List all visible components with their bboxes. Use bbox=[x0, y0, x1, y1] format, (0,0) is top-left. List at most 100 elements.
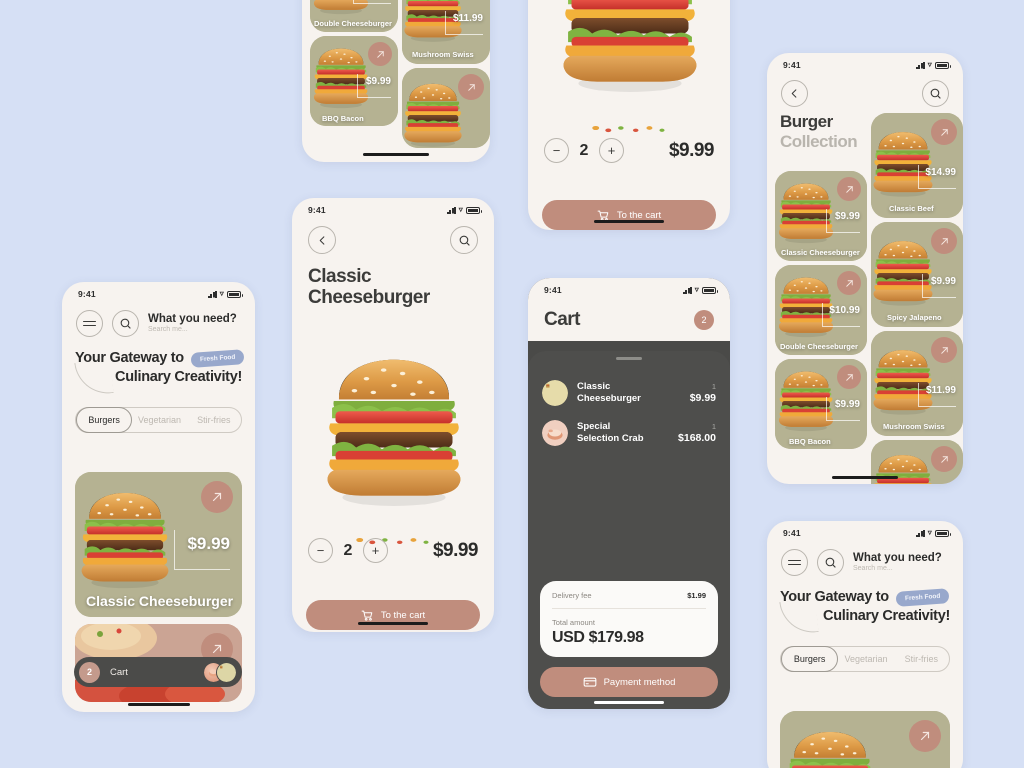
cart-sheet: Classic Cheeseburger 1 $9.99 Special Sel… bbox=[528, 351, 730, 709]
featured-food-card[interactable] bbox=[780, 711, 950, 768]
search-button[interactable] bbox=[817, 549, 844, 576]
wifi-icon: ▿ bbox=[927, 528, 932, 537]
open-product-button[interactable] bbox=[837, 177, 861, 201]
collection-card[interactable]: $9.99 BBQ Bacon bbox=[310, 36, 398, 126]
tab-stir-fries[interactable]: Stir-fries bbox=[187, 415, 241, 425]
search-input[interactable]: What you need? Search me... bbox=[853, 552, 942, 572]
open-product-button[interactable] bbox=[368, 42, 392, 66]
status-bar: 9:41 ▿ bbox=[767, 53, 963, 72]
collection-card[interactable]: $10.99 Double Cheeseburger bbox=[310, 0, 398, 32]
tab-vegetarian[interactable]: Vegetarian bbox=[132, 415, 186, 425]
collection-card[interactable]: $9.99 Classic Cheeseburger bbox=[775, 171, 867, 261]
open-product-button[interactable] bbox=[201, 481, 233, 513]
product-price: $9.99 bbox=[432, 539, 479, 561]
tab-burgers[interactable]: Burgers bbox=[76, 407, 133, 433]
product-title-line2: Cheeseburger bbox=[308, 287, 430, 309]
collection-card[interactable]: $10.99 Double Cheeseburger bbox=[775, 265, 867, 355]
cart-count-badge[interactable]: 2 bbox=[694, 310, 714, 330]
collection-card[interactable] bbox=[402, 68, 490, 148]
phone-cart-screen: 9:41 ▿ Cart 2 Classic Cheeseburger 1 $9.… bbox=[528, 278, 730, 709]
search-input[interactable]: What you need? Search me... bbox=[148, 313, 237, 333]
cart-item-row[interactable]: Special Selection Crab 1 $168.00 bbox=[528, 419, 730, 446]
search-icon bbox=[120, 318, 131, 329]
arrow-up-right-icon bbox=[845, 373, 853, 381]
open-product-button[interactable] bbox=[931, 446, 957, 472]
cart-item-row[interactable]: Classic Cheeseburger 1 $9.99 bbox=[528, 379, 730, 406]
collection-card-name: Double Cheeseburger bbox=[780, 342, 858, 351]
collection-card-name: Mushroom Swiss bbox=[412, 50, 474, 59]
back-button[interactable] bbox=[781, 80, 808, 107]
collection-card-price: $10.99 bbox=[829, 305, 860, 316]
open-product-button[interactable] bbox=[931, 337, 957, 363]
collection-card-price: $11.99 bbox=[925, 385, 956, 396]
quantity-increment-button[interactable]: + bbox=[363, 538, 388, 563]
screenshot-canvas: 9:41 ▿ What you need? Search me... Your … bbox=[0, 0, 1024, 768]
to-the-cart-label: To the cart bbox=[616, 209, 662, 221]
search-button[interactable] bbox=[112, 310, 139, 337]
home-header: What you need? Search me... bbox=[62, 301, 255, 337]
payment-method-button[interactable]: Payment method bbox=[540, 667, 718, 697]
collection-card[interactable]: $11.99 Mushroom Swiss bbox=[871, 331, 963, 436]
quantity-decrement-button[interactable]: − bbox=[308, 538, 333, 563]
quantity-row: − 2 + $9.99 bbox=[292, 538, 494, 563]
tab-stir-fries[interactable]: Stir-fries bbox=[894, 654, 949, 664]
cellular-signal-icon bbox=[207, 290, 217, 298]
status-time: 9:41 bbox=[78, 289, 96, 299]
fresh-food-badge: Fresh Food bbox=[190, 348, 245, 368]
phone-product-detail-partial: − 2 + $9.99 To the cart bbox=[528, 0, 730, 230]
burger-image bbox=[75, 480, 181, 600]
collection-card-name: BBQ Bacon bbox=[789, 437, 831, 446]
quantity-increment-button[interactable]: + bbox=[599, 138, 624, 163]
home-header: What you need? Search me... bbox=[767, 540, 963, 576]
phone-home-screen-partial: 9:41 ▿ What you need? Search me... Your … bbox=[767, 521, 963, 768]
cart-bar[interactable]: 2 Cart bbox=[74, 657, 242, 687]
open-product-button[interactable] bbox=[931, 228, 957, 254]
open-product-button[interactable] bbox=[909, 720, 941, 752]
tab-vegetarian[interactable]: Vegetarian bbox=[838, 654, 893, 664]
collection-title: Burger Collection bbox=[780, 112, 858, 151]
tab-burgers[interactable]: Burgers bbox=[781, 646, 839, 672]
hamburger-menu-button[interactable] bbox=[781, 549, 808, 576]
quantity-value: 2 bbox=[343, 541, 353, 559]
arrow-up-right-icon bbox=[845, 185, 853, 193]
arrow-up-right-icon bbox=[212, 492, 222, 502]
cellular-signal-icon bbox=[915, 529, 925, 537]
open-product-button[interactable] bbox=[931, 119, 957, 145]
collection-card-name: Classic Beef bbox=[889, 204, 934, 213]
collection-card-price: $14.99 bbox=[925, 167, 956, 178]
price-rule bbox=[353, 0, 391, 4]
quantity-decrement-button[interactable]: − bbox=[544, 138, 569, 163]
open-product-button[interactable] bbox=[837, 365, 861, 389]
open-product-button[interactable] bbox=[837, 271, 861, 295]
wifi-icon: ▿ bbox=[219, 289, 224, 298]
collection-card[interactable]: $9.99 Spicy Jalapeno bbox=[871, 222, 963, 327]
crumbs-decoration bbox=[592, 125, 665, 133]
collection-card[interactable]: $14.99 Classic Beef bbox=[871, 113, 963, 218]
arrow-up-right-icon bbox=[940, 237, 948, 245]
to-the-cart-button[interactable]: To the cart bbox=[306, 600, 480, 630]
to-the-cart-button[interactable]: To the cart bbox=[542, 200, 716, 230]
collection-card[interactable]: $9.99 BBQ Bacon bbox=[775, 359, 867, 449]
search-button[interactable] bbox=[922, 80, 949, 107]
open-product-button[interactable] bbox=[458, 74, 484, 100]
back-button[interactable] bbox=[308, 226, 336, 254]
collection-card[interactable]: $11.99 Mushroom Swiss bbox=[402, 0, 490, 64]
collection-card-name: BBQ Bacon bbox=[322, 114, 364, 123]
arrow-up-right-icon bbox=[940, 346, 948, 354]
burger-thumbnail bbox=[542, 379, 568, 406]
hamburger-menu-button[interactable] bbox=[76, 310, 103, 337]
hero-section: Your Gateway to Fresh Food Culinary Crea… bbox=[767, 576, 963, 636]
status-bar: 9:41 ▿ bbox=[528, 278, 730, 297]
search-button[interactable] bbox=[450, 226, 478, 254]
collection-card-name: Classic Cheeseburger bbox=[781, 248, 860, 257]
featured-food-card[interactable]: $9.99 Classic Cheeseburger bbox=[75, 472, 242, 617]
product-title-line1: Classic bbox=[308, 266, 372, 287]
status-bar: 9:41 ▿ bbox=[292, 198, 494, 217]
wifi-icon: ▿ bbox=[694, 285, 699, 294]
home-indicator bbox=[358, 622, 428, 625]
cart-item-qty: 1 bbox=[711, 381, 716, 391]
battery-icon bbox=[227, 290, 243, 298]
collection-title-line2: Collection bbox=[780, 131, 858, 151]
cart-count-badge: 2 bbox=[79, 661, 100, 683]
sheet-grab-handle[interactable] bbox=[616, 357, 642, 360]
